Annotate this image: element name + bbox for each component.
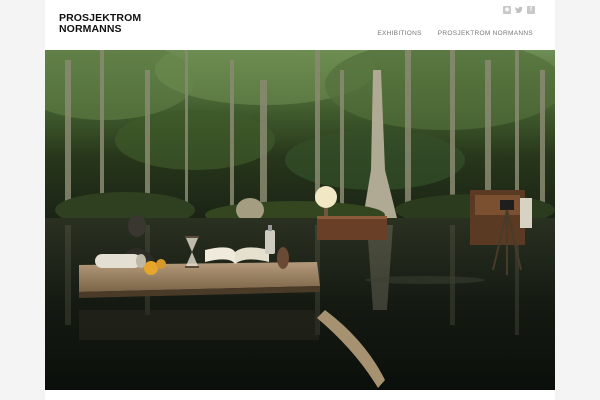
- hero-photo: [45, 50, 555, 390]
- site-logo[interactable]: PROSJEKTROM NORMANNS: [59, 13, 141, 35]
- rss-icon[interactable]: ◉: [503, 6, 511, 14]
- facebook-icon[interactable]: f: [527, 6, 535, 14]
- logo-line-2: NORMANNS: [59, 23, 122, 35]
- social-links: ◉ f: [503, 6, 535, 14]
- site-header: PROSJEKTROM NORMANNS ◉ f EXHIBITIONS PRO…: [45, 0, 555, 50]
- nav-exhibitions[interactable]: EXHIBITIONS: [377, 30, 421, 37]
- main-nav: EXHIBITIONS PROSJEKTROM NORMANNS: [377, 30, 533, 37]
- left-margin: [0, 0, 45, 400]
- right-margin: [555, 0, 600, 400]
- hero-image: [45, 50, 555, 390]
- page: PROSJEKTROM NORMANNS ◉ f EXHIBITIONS PRO…: [0, 0, 600, 400]
- twitter-icon[interactable]: [515, 6, 523, 14]
- nav-prosjektrom-normanns[interactable]: PROSJEKTROM NORMANNS: [438, 30, 533, 37]
- page-bottom: [45, 390, 555, 400]
